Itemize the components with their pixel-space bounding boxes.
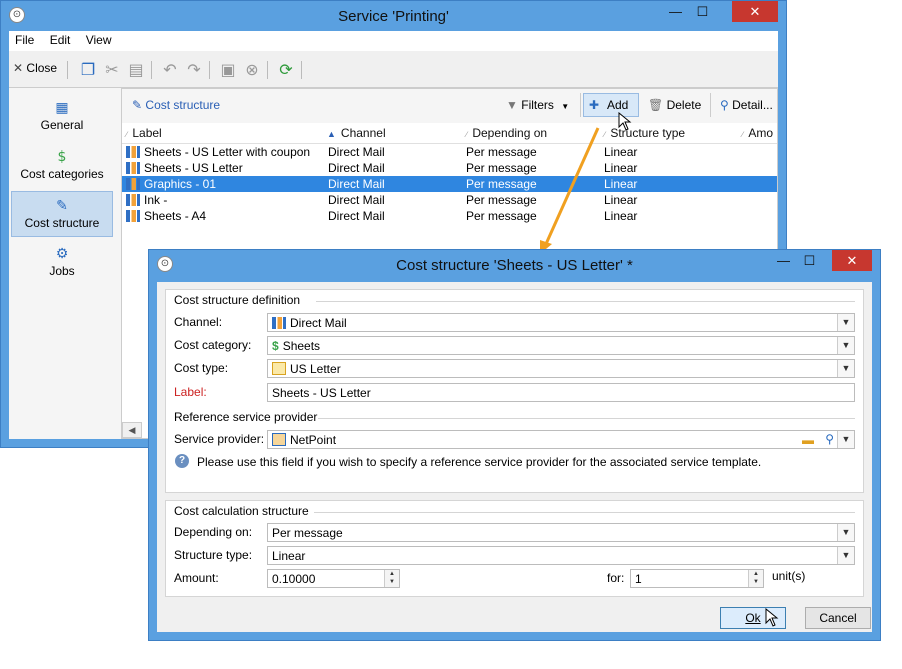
dialog-client: Cost structure definition Channel: Direc… xyxy=(157,282,872,632)
ok-label: Ok xyxy=(745,611,761,625)
depending-on-combo[interactable]: Per message ▼ xyxy=(267,523,855,542)
chevron-down-icon[interactable]: ▼ xyxy=(837,337,854,354)
close-window-icon[interactable]: ✕ xyxy=(832,250,872,271)
direct-mail-icon xyxy=(272,317,286,329)
chevron-down-icon[interactable]: ▼ xyxy=(837,360,854,377)
cost-category-label: Cost category: xyxy=(174,338,252,352)
structure-type-label: Structure type: xyxy=(174,548,253,562)
cost-type-combo[interactable]: US Letter ▼ xyxy=(267,359,855,378)
depending-on-value: Per message xyxy=(272,526,343,540)
chevron-down-icon[interactable]: ▼ xyxy=(837,314,854,331)
mouse-cursor-icon xyxy=(765,608,779,627)
for-label: for: xyxy=(607,571,625,585)
structure-type-combo[interactable]: Linear ▼ xyxy=(267,546,855,565)
amount-stepper[interactable]: ▲ ▼ xyxy=(384,570,399,587)
channel-value: Direct Mail xyxy=(290,316,347,330)
maximize-icon[interactable]: ☐ xyxy=(796,250,823,271)
for-stepper[interactable]: ▲ ▼ xyxy=(748,570,763,587)
service-provider-combo[interactable]: NetPoint ▬ ⚲ ▼ xyxy=(267,430,855,449)
for-input[interactable]: 1 ▲ ▼ xyxy=(630,569,764,588)
cost-type-value: US Letter xyxy=(290,362,341,376)
minimize-icon[interactable]: — xyxy=(770,250,797,271)
label-field-label: Label: xyxy=(174,385,207,399)
chevron-down-icon[interactable]: ▼ xyxy=(837,524,854,541)
calculation-group: Cost calculation structure Depending on:… xyxy=(165,500,864,597)
mouse-cursor-icon xyxy=(618,112,632,131)
structure-type-value: Linear xyxy=(272,549,306,563)
label-input-value: Sheets - US Letter xyxy=(272,386,371,400)
search-icon[interactable]: ⚲ xyxy=(825,432,834,446)
for-value: 1 xyxy=(635,572,642,586)
money-pin-icon: $ xyxy=(272,339,279,353)
service-provider-value: NetPoint xyxy=(290,433,337,447)
cancel-button[interactable]: Cancel xyxy=(805,607,871,629)
service-provider-hint: Please use this field if you wish to spe… xyxy=(197,455,762,469)
section-divider xyxy=(314,512,855,513)
definition-section-title: Cost structure definition xyxy=(174,293,301,307)
folder-icon[interactable]: ▬ xyxy=(802,433,814,447)
amount-value: 0.10000 xyxy=(272,572,316,586)
callout-arrow-line xyxy=(544,127,600,245)
section-divider xyxy=(318,418,855,419)
reference-section-title: Reference service provider xyxy=(174,410,318,424)
amount-input[interactable]: 0.10000 ▲ ▼ xyxy=(267,569,400,588)
calculation-section-title: Cost calculation structure xyxy=(174,504,309,518)
chevron-down-icon[interactable]: ▼ xyxy=(837,431,854,448)
service-provider-label: Service provider: xyxy=(174,432,265,446)
cancel-label: Cancel xyxy=(819,611,857,625)
dialog-titlebar[interactable]: ⊙ Cost structure 'Sheets - US Letter' * … xyxy=(149,250,880,280)
label-input[interactable]: Sheets - US Letter xyxy=(267,383,855,402)
channel-label: Channel: xyxy=(174,315,223,329)
channel-combo[interactable]: Direct Mail ▼ xyxy=(267,313,855,332)
definition-group: Cost structure definition Channel: Direc… xyxy=(165,289,864,493)
cost-category-value: Sheets xyxy=(282,339,321,353)
amount-label: Amount: xyxy=(174,571,219,585)
chevron-down-icon[interactable]: ▼ xyxy=(837,547,854,564)
cost-type-label: Cost type: xyxy=(174,361,229,375)
section-divider xyxy=(316,301,855,302)
cost-category-combo[interactable]: $ Sheets ▼ xyxy=(267,336,855,355)
help-icon: ? xyxy=(175,454,189,468)
provider-icon xyxy=(272,433,286,446)
depending-on-label: Depending on: xyxy=(174,525,253,539)
cost-type-icon xyxy=(272,362,286,375)
unit-label: unit(s) xyxy=(772,569,806,583)
cost-structure-dialog: ⊙ Cost structure 'Sheets - US Letter' * … xyxy=(148,249,881,641)
